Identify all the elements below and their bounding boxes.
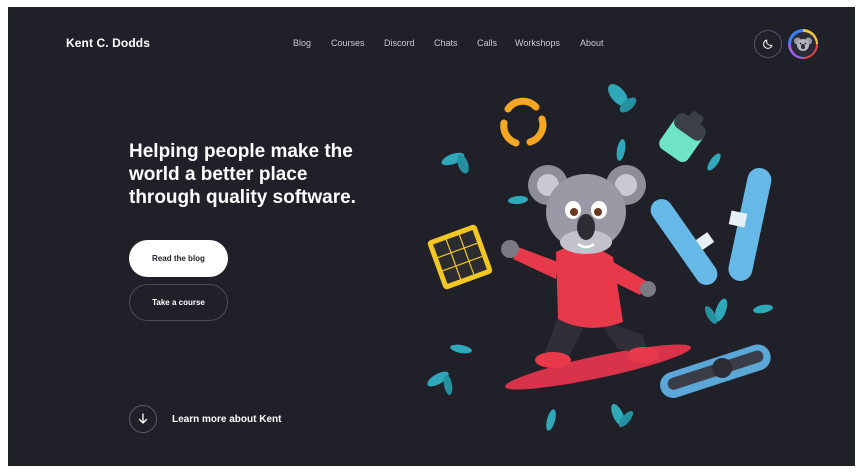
theme-toggle-button[interactable]: [754, 30, 782, 58]
nav-item-calls[interactable]: Calls: [477, 38, 497, 48]
read-blog-button[interactable]: Read the blog: [129, 240, 228, 277]
nav-item-chats[interactable]: Chats: [434, 38, 458, 48]
nav-item-blog[interactable]: Blog: [293, 38, 311, 48]
battery-icon: [659, 111, 706, 163]
hero-heading-line: Helping people make the: [129, 141, 353, 162]
moon-icon: [763, 39, 773, 49]
learn-more-link[interactable]: Learn more about Kent: [129, 405, 281, 433]
hero-heading-line: world a better place: [129, 164, 308, 185]
recycle-icon: [500, 97, 547, 147]
learn-more-label: Learn more about Kent: [172, 413, 282, 425]
hero-illustration: [427, 84, 773, 431]
koala-avatar: [790, 31, 816, 57]
hero-heading-line: through quality software.: [129, 187, 356, 208]
arrow-down-icon: [129, 405, 157, 433]
koala-character: [501, 165, 659, 368]
skis-icon: [650, 167, 772, 285]
take-course-button[interactable]: Take a course: [129, 284, 228, 321]
nav-item-workshops[interactable]: Workshops: [515, 38, 560, 48]
hero-heading: Helping people make the world a better p…: [129, 140, 389, 209]
nav-item-courses[interactable]: Courses: [331, 38, 365, 48]
profile-avatar-button[interactable]: [788, 29, 818, 59]
page-frame: Kent C. Dodds Blog Courses Discord Chats…: [8, 7, 855, 466]
nav-item-about[interactable]: About: [580, 38, 604, 48]
site-logo[interactable]: Kent C. Dodds: [66, 36, 150, 50]
nav-item-discord[interactable]: Discord: [384, 38, 415, 48]
solar-panel-icon: [427, 224, 493, 290]
